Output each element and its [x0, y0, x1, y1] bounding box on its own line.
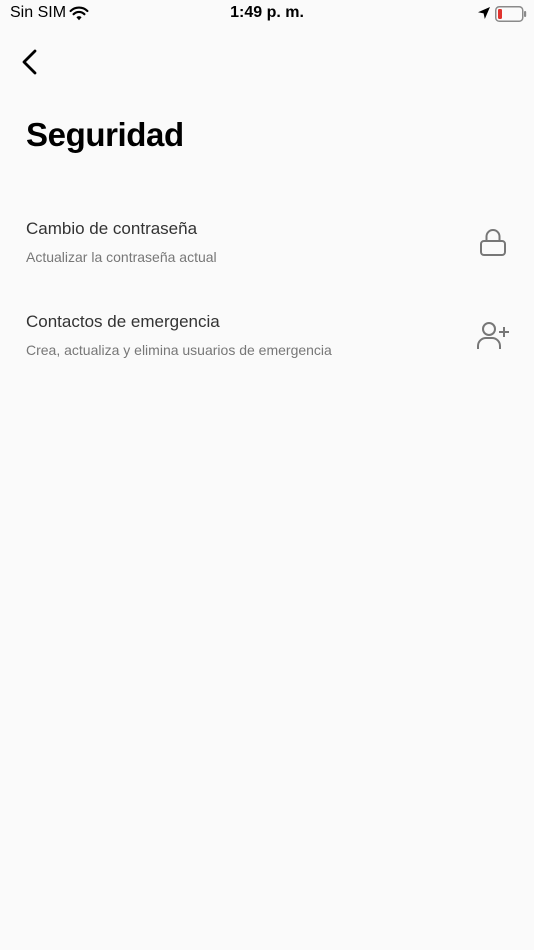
password-change-subtitle: Actualizar la contraseña actual	[26, 249, 217, 265]
battery-low-icon	[495, 6, 527, 22]
user-plus-icon	[477, 322, 509, 349]
emergency-contacts-subtitle: Crea, actualiza y elimina usuarios de em…	[26, 342, 332, 358]
location-arrow-icon	[478, 7, 490, 19]
chevron-left-icon	[22, 49, 37, 75]
emergency-contacts-title: Contactos de emergencia	[26, 312, 220, 331]
status-time: 1:49 p. m.	[230, 4, 304, 21]
password-change-title: Cambio de contraseña	[26, 219, 198, 238]
back-button[interactable]	[14, 44, 50, 80]
lock-icon	[480, 229, 506, 256]
status-bar: Sin SIM 1:49 p. m.	[0, 0, 534, 28]
password-change-item[interactable]: Cambio de contraseña Actualizar la contr…	[0, 212, 534, 290]
page-title: Seguridad	[26, 116, 184, 153]
emergency-contacts-item[interactable]: Contactos de emergencia Crea, actualiza …	[0, 305, 534, 383]
